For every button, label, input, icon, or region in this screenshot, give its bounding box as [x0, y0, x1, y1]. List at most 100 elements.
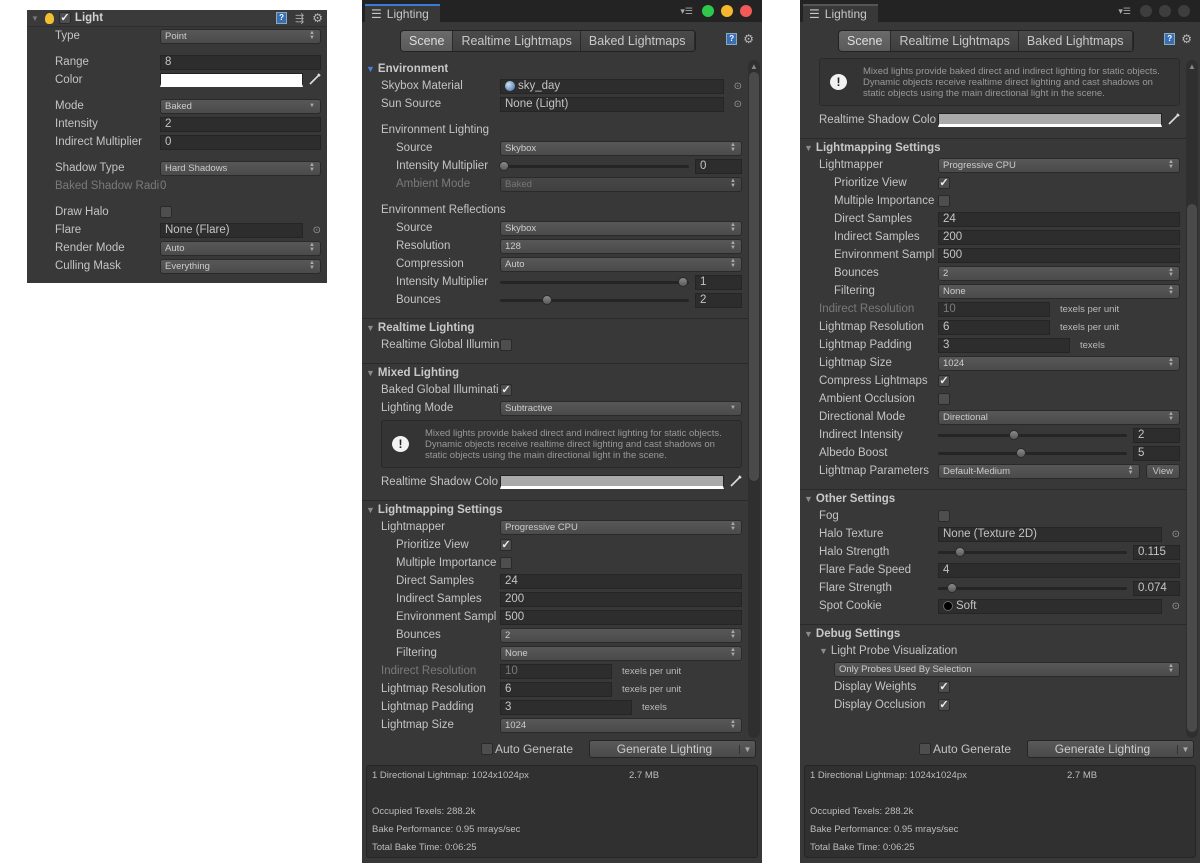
close-button[interactable] [1178, 5, 1190, 17]
foldout-expanded-icon[interactable]: ▼ [366, 323, 375, 333]
slider-handle[interactable] [678, 277, 689, 287]
tab-realtime-lightmaps[interactable]: Realtime Lightmaps [453, 31, 581, 51]
fog-checkbox[interactable] [938, 510, 950, 522]
slider-handle[interactable] [954, 547, 965, 557]
eyedropper-icon[interactable] [303, 72, 321, 88]
flare-strength-value-field[interactable]: 0.074 [1133, 580, 1180, 596]
section-header-lightmapping-settings[interactable]: ▼ Lightmapping Settings [800, 138, 1186, 156]
foldout-expanded-icon[interactable]: ▼ [366, 505, 375, 515]
object-picker-icon[interactable]: ⊙ [1162, 601, 1180, 612]
halo-strength-slider[interactable] [938, 544, 1127, 560]
view-button[interactable]: View [1145, 463, 1180, 479]
range-field[interactable]: 8 [160, 54, 321, 70]
compress-lightmaps-checkbox[interactable]: ✓ [938, 375, 950, 387]
baked-global-illuminati-checkbox[interactable]: ✓ [500, 384, 512, 396]
display-weights-checkbox[interactable]: ✓ [938, 681, 950, 693]
lightmap-padding-field[interactable]: 3 [938, 337, 1070, 353]
section-header-debug-settings[interactable]: ▼ Debug Settings [800, 624, 1186, 642]
albedo-boost-slider[interactable] [938, 445, 1127, 461]
section-header-lightmapping-settings[interactable]: ▼ Lightmapping Settings [362, 500, 748, 518]
environment-sampl-field[interactable]: 500 [938, 247, 1180, 263]
indirect-intensity-slider[interactable] [938, 427, 1127, 443]
flare-object-field[interactable]: None (Flare) [160, 222, 303, 238]
filtering-dropdown[interactable]: None ▲ ▼ [938, 283, 1180, 299]
light-enabled-checkbox[interactable]: ✓ [58, 12, 71, 24]
realtime-shadow-colo-color-swatch[interactable] [938, 113, 1162, 127]
indirect-multiplier-field[interactable]: 0 [160, 134, 321, 150]
window-menu-icon[interactable]: ▾☰ [1118, 6, 1131, 17]
vertical-scrollbar[interactable]: ▲ [1186, 60, 1198, 738]
realtime-global-illumin-checkbox[interactable] [500, 339, 512, 351]
compression-dropdown[interactable]: Auto ▲ ▼ [500, 256, 742, 272]
prioritize-view-checkbox[interactable]: ✓ [500, 539, 512, 551]
auto-generate-toggle[interactable]: Auto Generate [918, 742, 1011, 756]
mode-dropdown[interactable]: Baked ▼ [160, 98, 321, 114]
light-component-header[interactable]: ▼ ✓ Light ? ⇶ ⚙ [27, 10, 327, 27]
window-tab-lighting[interactable]: ☰ Lighting [365, 4, 440, 22]
halo-texture-object-field[interactable]: None (Texture 2D) [938, 526, 1162, 542]
slider-handle[interactable] [946, 583, 957, 593]
maximize-button[interactable] [1140, 5, 1152, 17]
source-dropdown[interactable]: Skybox ▲ ▼ [500, 220, 742, 236]
generate-lighting-button[interactable]: Generate Lighting ▼ [1027, 740, 1194, 758]
slider-handle[interactable] [542, 295, 553, 305]
display-occlusion-checkbox[interactable]: ✓ [938, 699, 950, 711]
section-header-realtime-lighting[interactable]: ▼ Realtime Lighting [362, 318, 748, 336]
direct-samples-field[interactable]: 24 [938, 211, 1180, 227]
flare-strength-slider[interactable] [938, 580, 1127, 596]
foldout-icon[interactable]: ▼ [31, 14, 39, 23]
render-mode-dropdown[interactable]: Auto ▲ ▼ [160, 240, 321, 256]
minimize-button[interactable] [721, 5, 733, 17]
lightmap-resolution-field[interactable]: 6 [938, 319, 1050, 335]
prioritize-view-checkbox[interactable]: ✓ [938, 177, 950, 189]
lightmap-resolution-field[interactable]: 6 [500, 681, 612, 697]
intensity-multiplier-slider[interactable] [500, 274, 689, 290]
help-book-icon[interactable]: ? [276, 12, 288, 24]
preset-icon[interactable]: ⇶ [295, 12, 304, 25]
bounces-slider[interactable] [500, 292, 689, 308]
probe-mode-dropdown[interactable]: Only Probes Used By Selection ▲ ▼ [834, 661, 1180, 677]
lighting-mode-dropdown[interactable]: Subtractive ▼ [500, 400, 742, 416]
lightmapper-dropdown[interactable]: Progressive CPU ▲ ▼ [500, 519, 742, 535]
window-menu-icon[interactable]: ▾☰ [680, 6, 693, 17]
foldout-expanded-icon[interactable]: ▼ [366, 64, 375, 74]
auto-generate-checkbox[interactable] [918, 743, 931, 755]
color-color-swatch[interactable] [160, 73, 303, 87]
scrollbar-thumb[interactable] [749, 72, 759, 482]
maximize-button[interactable] [702, 5, 714, 17]
halo-strength-value-field[interactable]: 0.115 [1133, 544, 1180, 560]
help-book-icon[interactable]: ? [1164, 33, 1176, 45]
gear-icon[interactable]: ⚙ [743, 32, 754, 46]
filtering-dropdown[interactable]: None ▲ ▼ [500, 645, 742, 661]
bounces-dropdown[interactable]: 2 ▲ ▼ [500, 627, 742, 643]
lightmapper-dropdown[interactable]: Progressive CPU ▲ ▼ [938, 157, 1180, 173]
scroll-up-arrow-icon[interactable]: ▲ [750, 62, 758, 71]
skybox-material-object-field[interactable]: sky_day [500, 78, 724, 94]
lightmap-size-dropdown[interactable]: 1024 ▲ ▼ [938, 355, 1180, 371]
window-tab-lighting[interactable]: ☰ Lighting [803, 4, 878, 22]
section-header-other-settings[interactable]: ▼ Other Settings [800, 489, 1186, 507]
slider-handle[interactable] [498, 161, 509, 171]
tab-baked-lightmaps[interactable]: Baked Lightmaps [580, 31, 695, 51]
auto-generate-checkbox[interactable] [480, 743, 493, 755]
bounces-dropdown[interactable]: 2 ▲ ▼ [938, 265, 1180, 281]
intensity-multiplier-value-field[interactable]: 0 [695, 158, 742, 174]
object-picker-icon[interactable]: ⊙ [724, 81, 742, 92]
directional-mode-dropdown[interactable]: Directional ▲ ▼ [938, 409, 1180, 425]
lightmap-size-dropdown[interactable]: 1024 ▲ ▼ [500, 717, 742, 733]
bounces-value-field[interactable]: 2 [695, 292, 742, 308]
slider-handle[interactable] [1016, 448, 1027, 458]
object-picker-icon[interactable]: ⊙ [1162, 529, 1180, 540]
multiple-importance-checkbox[interactable] [500, 557, 512, 569]
indirect-samples-field[interactable]: 200 [500, 591, 742, 607]
intensity-multiplier-value-field[interactable]: 1 [695, 274, 742, 290]
tab-scene[interactable]: Scene [839, 31, 892, 51]
gear-icon[interactable]: ⚙ [312, 11, 323, 25]
flare-fade-speed-field[interactable]: 4 [938, 562, 1180, 578]
ambient-occlusion-checkbox[interactable] [938, 393, 950, 405]
foldout-light-probe-visualization[interactable]: ▼ Light Probe Visualization [800, 642, 1186, 660]
section-header-mixed-lighting[interactable]: ▼ Mixed Lighting [362, 363, 748, 381]
draw-halo-checkbox[interactable] [160, 206, 172, 218]
gear-icon[interactable]: ⚙ [1181, 32, 1192, 46]
eyedropper-icon[interactable] [1162, 112, 1180, 128]
